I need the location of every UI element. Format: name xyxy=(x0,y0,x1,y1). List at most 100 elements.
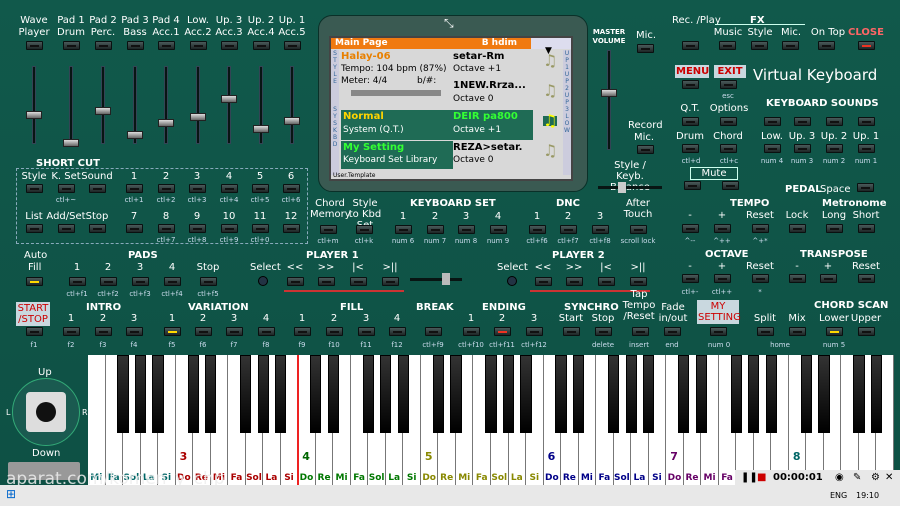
channel-slider[interactable] xyxy=(253,66,269,144)
note-label[interactable]: Re xyxy=(438,473,455,483)
kbd-set-num[interactable]: 2 xyxy=(425,211,445,222)
player2-button[interactable] xyxy=(566,277,583,286)
bottom-button[interactable] xyxy=(425,327,442,336)
tempo-key[interactable]: ^++ xyxy=(708,237,736,245)
black-key[interactable] xyxy=(205,355,217,433)
top-select-button[interactable] xyxy=(253,41,270,50)
tempo-button[interactable] xyxy=(858,224,875,233)
chord-scan-button[interactable] xyxy=(789,327,806,336)
sound-up1[interactable]: setar-Rm xyxy=(453,52,504,62)
app-title[interactable]: Virtual Keyboard xyxy=(753,68,877,83)
pad-key[interactable]: ctl+f2 xyxy=(92,290,124,298)
chord-scan-button[interactable] xyxy=(757,327,774,336)
note-label[interactable]: Si xyxy=(526,473,543,483)
dnc-key[interactable]: ctl+f7 xyxy=(554,237,582,245)
top-sublabel[interactable]: Player xyxy=(16,27,52,38)
shortcut-label[interactable]: Style xyxy=(16,171,52,182)
octave-btn-label[interactable]: + xyxy=(704,261,740,272)
pad-button[interactable] xyxy=(132,277,149,286)
chord-scan-button[interactable] xyxy=(826,327,843,336)
my-setting-button[interactable]: MY SETTING xyxy=(697,300,741,324)
bottom-num[interactable]: 3 xyxy=(226,313,242,324)
bottom-num[interactable]: 3 xyxy=(526,313,542,324)
shortcut-label[interactable]: 1 xyxy=(116,171,152,182)
top-label[interactable]: Pad 2 xyxy=(85,15,121,26)
stop2-label[interactable]: Stop xyxy=(588,313,618,324)
note-label[interactable]: Mi xyxy=(333,473,350,483)
shortcut-button[interactable] xyxy=(158,224,175,233)
dnc-num[interactable]: 1 xyxy=(527,211,547,222)
stop-icon[interactable]: ■ xyxy=(757,472,766,483)
tempo-btn-label[interactable]: Long xyxy=(816,210,852,221)
bottom-num[interactable]: 2 xyxy=(494,313,510,324)
kbd-sound-button[interactable] xyxy=(858,144,875,153)
note-label[interactable]: Sol xyxy=(491,473,508,483)
function-key[interactable]: f2 xyxy=(53,341,89,349)
kbd-sound-button[interactable] xyxy=(826,144,843,153)
note-label[interactable]: Re xyxy=(316,473,333,483)
player1-select[interactable]: Select xyxy=(250,262,281,273)
shortcut-key[interactable]: ctl+9 xyxy=(213,236,245,244)
black-key[interactable] xyxy=(380,355,392,433)
note-label[interactable]: Mi xyxy=(579,473,596,483)
pad-label[interactable]: Stop xyxy=(194,262,222,273)
player2-ctrl[interactable]: >|| xyxy=(626,262,650,273)
slider-knob[interactable] xyxy=(127,131,143,139)
shortcut-key[interactable]: ctl+6 xyxy=(275,196,307,204)
kbd-set-button[interactable] xyxy=(395,225,412,234)
black-key[interactable] xyxy=(643,355,655,433)
player1-ctrl[interactable]: >|| xyxy=(378,262,402,273)
esc-key[interactable]: esc xyxy=(718,92,738,100)
space-label[interactable]: Space xyxy=(820,184,850,195)
player1-button[interactable] xyxy=(350,277,367,286)
function-key[interactable]: end xyxy=(654,341,690,349)
record-mic-button[interactable] xyxy=(637,145,654,154)
dnc-num[interactable]: 2 xyxy=(558,211,578,222)
tempo-btn-label[interactable]: - xyxy=(672,210,708,221)
drum-label[interactable]: Drum xyxy=(672,131,708,142)
qt-label[interactable]: Q.T. xyxy=(672,103,708,114)
note-label[interactable]: Mi xyxy=(456,473,473,483)
shortcut-button[interactable] xyxy=(58,184,75,193)
shortcut-button[interactable] xyxy=(26,224,43,233)
shortcut-button[interactable] xyxy=(189,184,206,193)
windows-start-icon[interactable]: ⊞ xyxy=(6,488,16,500)
dnc-key[interactable]: ctl+f6 xyxy=(523,237,551,245)
mute-right[interactable] xyxy=(722,181,739,190)
player2-select[interactable]: Select xyxy=(497,262,528,273)
pad-button[interactable] xyxy=(164,277,181,286)
black-key[interactable] xyxy=(134,355,147,433)
shortcut-button[interactable] xyxy=(221,224,238,233)
right-label[interactable]: Rec. /Play xyxy=(672,15,721,26)
player1-ctrl[interactable]: >> xyxy=(314,262,338,273)
language-indicator[interactable]: ENG xyxy=(830,490,847,501)
bottom-button[interactable] xyxy=(526,327,543,336)
kbd-sound-top[interactable] xyxy=(858,117,875,126)
pad-label[interactable]: 3 xyxy=(126,262,154,273)
kbd-set-num[interactable]: 1 xyxy=(393,211,413,222)
kbd-sound-top[interactable] xyxy=(764,117,781,126)
exit-key[interactable] xyxy=(720,80,737,89)
bottom-button[interactable] xyxy=(226,327,243,336)
kbd-sound-key[interactable]: num 4 xyxy=(756,157,788,165)
black-key[interactable] xyxy=(870,355,883,433)
top-select-button[interactable] xyxy=(127,41,144,50)
top-select-button[interactable] xyxy=(284,41,301,50)
kbd-sound-label[interactable]: Up. 3 xyxy=(784,131,820,142)
black-key[interactable] xyxy=(765,355,777,433)
note-label[interactable]: Mi xyxy=(701,473,718,483)
note-label[interactable]: Sol xyxy=(368,473,385,483)
chord-memory-label[interactable]: Chord Memory xyxy=(310,198,351,220)
function-key[interactable]: insert xyxy=(621,341,657,349)
shortcut-label[interactable]: 6 xyxy=(273,171,309,182)
ctld-key[interactable]: ctl+d xyxy=(676,157,706,165)
my-setting-key[interactable] xyxy=(710,327,727,336)
black-key[interactable] xyxy=(678,355,690,433)
top-select-button[interactable] xyxy=(221,41,238,50)
function-key[interactable]: f8 xyxy=(248,341,284,349)
octave-btn-label[interactable]: Reset xyxy=(742,261,778,272)
shortcut-button[interactable] xyxy=(189,224,206,233)
kbd-sound-label[interactable]: Up. 2 xyxy=(816,131,852,142)
black-key[interactable] xyxy=(502,355,515,433)
shortcut-button[interactable] xyxy=(158,184,175,193)
